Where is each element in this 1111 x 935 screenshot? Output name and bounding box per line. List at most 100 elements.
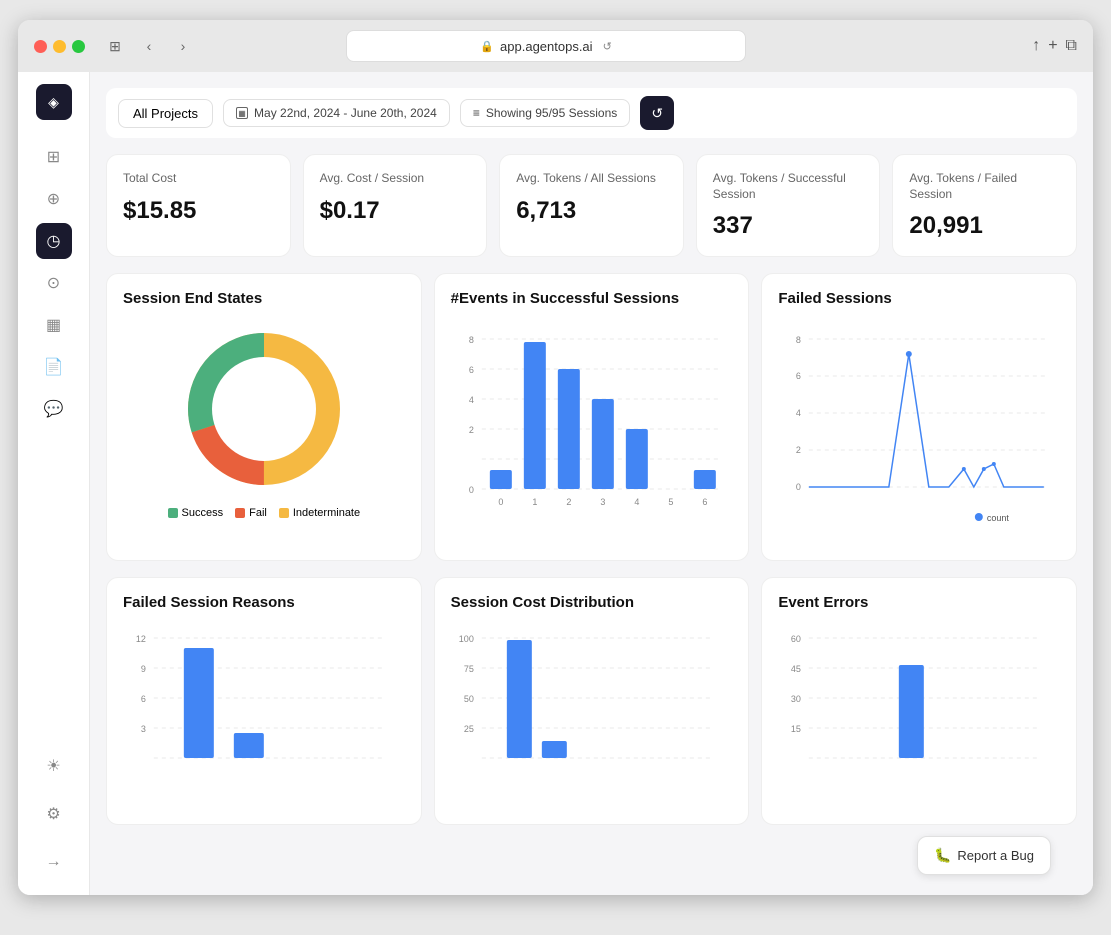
svg-text:3: 3 <box>141 724 146 734</box>
success-label: Success <box>182 507 224 519</box>
report-bug-button[interactable]: 🐛 Report a Bug <box>917 836 1051 875</box>
url-bar[interactable]: 🔒 app.agentops.ai ↺ <box>346 30 746 62</box>
svg-text:12: 12 <box>136 634 146 644</box>
svg-text:60: 60 <box>791 634 801 644</box>
bug-icon: 🐛 <box>934 847 951 864</box>
svg-text:6: 6 <box>141 694 146 704</box>
minimize-button[interactable] <box>53 40 66 53</box>
stat-card-avg-cost: Avg. Cost / Session $0.17 <box>303 154 488 257</box>
session-cost-title: Session Cost Distribution <box>451 594 733 611</box>
stat-card-avg-tokens-all: Avg. Tokens / All Sessions 6,713 <box>499 154 684 257</box>
refresh-icon: ↺ <box>651 105 663 122</box>
refresh-button[interactable]: ↺ <box>640 96 674 130</box>
event-errors-card: Event Errors 60 45 30 15 <box>761 577 1077 825</box>
sidebar-item-table[interactable]: ▦ <box>36 307 72 343</box>
svg-text:4: 4 <box>468 395 473 405</box>
svg-text:9: 9 <box>141 664 146 674</box>
fail-label: Fail <box>249 507 267 519</box>
failed-sessions-card: Failed Sessions 8 6 4 2 0 <box>761 273 1077 561</box>
donut-chart <box>174 319 354 499</box>
svg-text:50: 50 <box>463 694 473 704</box>
tabs-icon[interactable]: ⧉ <box>1066 37 1077 55</box>
svg-text:4: 4 <box>634 497 639 507</box>
donut-container: Success Fail Indeterminate <box>123 319 405 519</box>
cost-distribution-chart: 100 75 50 25 <box>451 623 733 803</box>
svg-text:5: 5 <box>668 497 673 507</box>
failed-session-reasons-title: Failed Session Reasons <box>123 594 405 611</box>
event-errors-chart: 60 45 30 15 <box>778 623 1060 803</box>
svg-text:15: 15 <box>791 724 801 734</box>
session-end-states-card: Session End States <box>106 273 422 561</box>
new-tab-icon[interactable]: + <box>1048 37 1057 55</box>
browser-actions: ↑ + ⧉ <box>1032 37 1077 55</box>
svg-text:6: 6 <box>702 497 707 507</box>
donut-legend: Success Fail Indeterminate <box>168 507 361 519</box>
sidebar: ◈ ⊞ ⊕ ◷ ⊙ ▦ 📄 💬 ☀ ⚙ → <box>18 72 90 895</box>
failed-sessions-title: Failed Sessions <box>778 290 1060 307</box>
stat-label-total-cost: Total Cost <box>123 171 274 187</box>
toolbar: All Projects ▦ May 22nd, 2024 - June 20t… <box>106 88 1077 138</box>
svg-text:2: 2 <box>796 445 801 455</box>
calendar-icon: ▦ <box>236 107 248 119</box>
charts-row-1: Session End States <box>106 273 1077 561</box>
svg-text:25: 25 <box>463 724 473 734</box>
sidebar-item-grid[interactable]: ⊞ <box>36 139 72 175</box>
session-end-states-title: Session End States <box>123 290 405 307</box>
indeterminate-dot <box>279 508 289 518</box>
stat-value-avg-cost: $0.17 <box>320 197 471 225</box>
svg-text:0: 0 <box>468 485 473 495</box>
legend-indeterminate: Indeterminate <box>279 507 360 519</box>
stat-card-avg-tokens-fail: Avg. Tokens / Failed Session 20,991 <box>892 154 1077 257</box>
events-successful-card: #Events in Successful Sessions 8 6 4 <box>434 273 750 561</box>
events-bar-chart: 8 6 4 2 0 <box>451 319 733 539</box>
forward-button[interactable]: › <box>169 32 197 60</box>
stats-row: Total Cost $15.85 Avg. Cost / Session $0… <box>106 154 1077 257</box>
sidebar-logo[interactable]: ◈ <box>36 84 72 120</box>
all-projects-button[interactable]: All Projects <box>118 99 213 128</box>
stat-value-avg-tokens-success: 337 <box>713 212 864 240</box>
traffic-lights <box>34 40 85 53</box>
failed-sessions-chart: 8 6 4 2 0 count <box>778 319 1060 539</box>
main-content: All Projects ▦ May 22nd, 2024 - June 20t… <box>90 72 1093 895</box>
filter-icon: ≡ <box>473 106 480 120</box>
svg-text:100: 100 <box>458 634 473 644</box>
sidebar-item-settings[interactable]: ⚙ <box>36 796 72 832</box>
stat-card-total-cost: Total Cost $15.85 <box>106 154 291 257</box>
close-button[interactable] <box>34 40 47 53</box>
sidebar-toggle-button[interactable]: ⊞ <box>101 32 129 60</box>
sidebar-item-search[interactable]: ⊙ <box>36 265 72 301</box>
sidebar-item-add[interactable]: ⊕ <box>36 181 72 217</box>
failed-reasons-chart: 12 9 6 3 <box>123 623 405 803</box>
svg-text:30: 30 <box>791 694 801 704</box>
sidebar-item-chat[interactable]: 💬 <box>36 391 72 427</box>
sidebar-item-logout[interactable]: → <box>36 844 72 880</box>
maximize-button[interactable] <box>72 40 85 53</box>
legend-fail: Fail <box>235 507 267 519</box>
events-successful-title: #Events in Successful Sessions <box>451 290 733 307</box>
svg-text:1: 1 <box>532 497 537 507</box>
stat-value-total-cost: $15.85 <box>123 197 274 225</box>
sidebar-item-document[interactable]: 📄 <box>36 349 72 385</box>
indeterminate-label: Indeterminate <box>293 507 360 519</box>
share-icon[interactable]: ↑ <box>1032 37 1040 55</box>
sessions-filter-button[interactable]: ≡ Showing 95/95 Sessions <box>460 99 630 127</box>
stat-value-avg-tokens-fail: 20,991 <box>909 212 1060 240</box>
event-errors-title: Event Errors <box>778 594 1060 611</box>
svg-text:count: count <box>987 513 1010 523</box>
sidebar-item-theme[interactable]: ☀ <box>36 748 72 784</box>
svg-text:0: 0 <box>498 497 503 507</box>
stat-label-avg-tokens-success: Avg. Tokens / Successful Session <box>713 171 864 202</box>
svg-text:8: 8 <box>468 335 473 345</box>
sidebar-item-clock[interactable]: ◷ <box>36 223 72 259</box>
stat-label-avg-tokens-all: Avg. Tokens / All Sessions <box>516 171 667 187</box>
back-button[interactable]: ‹ <box>135 32 163 60</box>
url-text: app.agentops.ai <box>500 39 593 54</box>
session-cost-distribution-card: Session Cost Distribution 100 75 50 25 <box>434 577 750 825</box>
svg-text:45: 45 <box>791 664 801 674</box>
svg-text:2: 2 <box>468 425 473 435</box>
date-range-button[interactable]: ▦ May 22nd, 2024 - June 20th, 2024 <box>223 99 450 127</box>
stat-value-avg-tokens-all: 6,713 <box>516 197 667 225</box>
stat-card-avg-tokens-success: Avg. Tokens / Successful Session 337 <box>696 154 881 257</box>
stat-label-avg-tokens-fail: Avg. Tokens / Failed Session <box>909 171 1060 202</box>
browser-nav-controls: ⊞ ‹ › <box>101 32 197 60</box>
